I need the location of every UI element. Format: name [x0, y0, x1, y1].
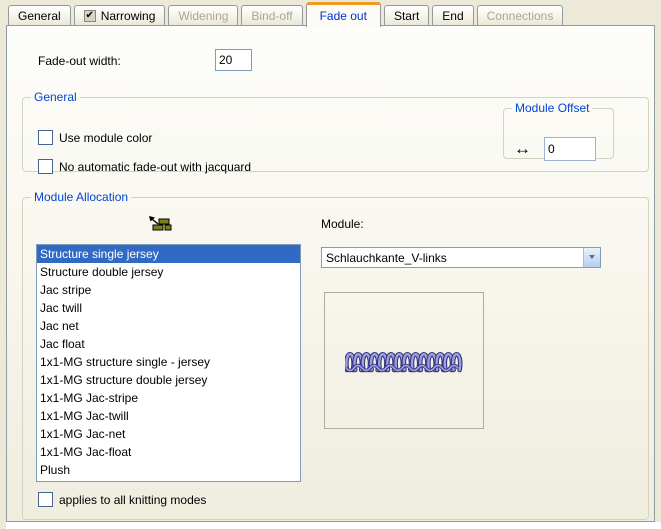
module-preview — [324, 292, 484, 429]
list-item[interactable]: Jac net — [37, 317, 300, 335]
checkbox[interactable]: ✔ — [38, 130, 53, 145]
tab-label: Fade out — [320, 7, 367, 25]
checkbox[interactable]: ✔ — [38, 159, 53, 174]
list-item[interactable]: Structure single jersey — [37, 245, 300, 263]
list-item[interactable]: Jac twill — [37, 299, 300, 317]
module-dropdown[interactable]: Schlauchkante_V-links ▼ — [321, 247, 601, 268]
module-dropdown-value: Schlauchkante_V-links — [322, 251, 583, 265]
module-allocation-title: Module Allocation — [31, 190, 131, 204]
checkbox-row[interactable]: ✔ Use module color — [38, 130, 152, 145]
fade-out-width-input[interactable] — [215, 49, 252, 71]
checkbox[interactable]: ✔ — [38, 492, 53, 507]
tab-label: End — [442, 7, 463, 25]
checkbox-row[interactable]: ✔ No automatic fade-out with jacquard — [38, 159, 251, 174]
list-item[interactable]: 1x1-MG Jac-stripe — [37, 389, 300, 407]
checkbox-label: No automatic fade-out with jacquard — [59, 160, 251, 174]
list-item[interactable]: Jac stripe — [37, 281, 300, 299]
module-offset-group: Module Offset ↔ — [503, 101, 614, 159]
tab[interactable]: ✔ Connections — [477, 5, 564, 25]
tab[interactable]: ✔ End — [432, 5, 473, 25]
list-item[interactable]: 1x1-MG Jac-float — [37, 443, 300, 461]
applies-all-checkbox-row[interactable]: ✔ applies to all knitting modes — [38, 492, 206, 507]
module-label: Module: — [321, 217, 364, 231]
assign-module-button[interactable] — [147, 215, 173, 237]
tab-label: Connections — [487, 7, 554, 25]
check-icon: ✔ — [86, 11, 94, 21]
dropdown-button[interactable]: ▼ — [583, 248, 600, 267]
tab-label: Bind-off — [251, 7, 292, 25]
applies-all-label: applies to all knitting modes — [59, 493, 206, 507]
list-item[interactable]: 1x1-MG structure double jersey — [37, 371, 300, 389]
tab[interactable]: ✔ Widening — [168, 5, 238, 25]
tab-label: Widening — [178, 7, 228, 25]
list-item[interactable]: Structure double jersey — [37, 263, 300, 281]
tab[interactable]: ✔ Narrowing — [74, 5, 166, 25]
assign-module-icon — [147, 215, 173, 237]
general-group-title: General — [31, 90, 80, 104]
tab-checkbox[interactable]: ✔ — [84, 10, 96, 22]
tab[interactable]: ✔ Start — [384, 5, 429, 25]
left-right-arrow-icon: ↔ — [514, 140, 531, 157]
tab[interactable]: ✔ Fade out — [306, 2, 381, 27]
list-item[interactable]: 1x1-MG Jac-twill — [37, 407, 300, 425]
module-allocation-group: Module Allocation Structure single jerse… — [22, 190, 649, 520]
checkbox-label: Use module color — [59, 131, 152, 145]
module-offset-title: Module Offset — [512, 101, 592, 115]
list-item[interactable]: Plush — [37, 461, 300, 479]
tab-label: Narrowing — [101, 7, 156, 25]
tab[interactable]: ✔ Bind-off — [241, 5, 302, 25]
list-item[interactable]: 1x1-MG structure single - jersey — [37, 353, 300, 371]
fade-out-width-label: Fade-out width: — [38, 54, 121, 68]
list-item[interactable]: Jac float — [37, 335, 300, 353]
bottom-strip — [6, 522, 661, 529]
module-offset-input[interactable] — [544, 137, 596, 161]
stitch-pattern-image — [345, 345, 463, 373]
knitting-mode-listbox[interactable]: Structure single jerseyStructure double … — [36, 244, 301, 482]
list-item[interactable]: 1x1-MG Jac-net — [37, 425, 300, 443]
tab-strip: ✔ General ✔ Narrowing ✔ Widening ✔ Bind-… — [8, 2, 563, 26]
tab-label: General — [18, 7, 61, 25]
chevron-down-icon: ▼ — [587, 254, 597, 262]
tab-label: Start — [394, 7, 419, 25]
tab[interactable]: ✔ General — [8, 5, 71, 25]
